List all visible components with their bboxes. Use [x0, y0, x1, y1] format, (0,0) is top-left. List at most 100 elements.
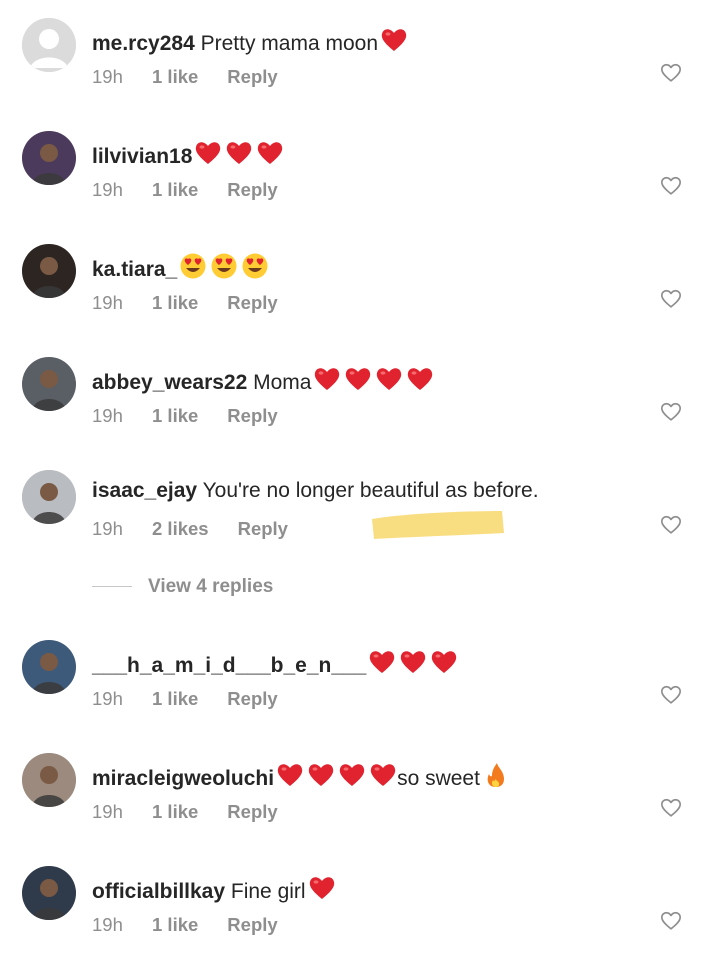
emoji-group: [308, 874, 336, 902]
reply-button[interactable]: Reply: [227, 66, 277, 88]
comment-meta: 19h 1 like Reply: [92, 179, 278, 201]
emoji-group-after: [482, 761, 510, 789]
heart-emoji-icon: [401, 651, 426, 673]
comment-text: Pretty mama moon: [194, 32, 378, 55]
comment-username[interactable]: abbey_wears22: [92, 371, 247, 394]
comment-item: miracleigweoluchi so sweet 19h 1 like Reply: [0, 753, 720, 853]
reply-button[interactable]: Reply: [227, 801, 277, 823]
view-replies-button[interactable]: View 4 replies: [92, 576, 273, 606]
avatar[interactable]: [22, 357, 76, 411]
avatar[interactable]: [22, 131, 76, 185]
comment-username[interactable]: officialbillkay: [92, 880, 225, 903]
comment-line: abbey_wears22 Moma: [92, 365, 434, 396]
like-heart-icon[interactable]: [660, 514, 682, 536]
comment-timestamp: 19h: [92, 688, 123, 709]
heart-emoji-icon: [381, 29, 407, 51]
reply-button[interactable]: Reply: [238, 518, 288, 540]
comment-timestamp: 19h: [92, 518, 123, 539]
reply-button[interactable]: Reply: [227, 292, 277, 314]
comment-timestamp: 19h: [92, 405, 123, 426]
heart-emoji-icon: [227, 142, 252, 164]
comment-likes-link[interactable]: 1 like: [152, 801, 198, 823]
comment-likes-link[interactable]: 1 like: [152, 405, 198, 427]
avatar[interactable]: [22, 753, 76, 807]
comment-line: officialbillkay Fine girl: [92, 874, 336, 905]
comment-timestamp: 19h: [92, 914, 123, 935]
comment-likes-link[interactable]: 2 likes: [152, 518, 209, 540]
reply-button[interactable]: Reply: [227, 179, 277, 201]
view-replies-label: View 4 replies: [148, 576, 274, 597]
heart-emoji-icon: [196, 142, 221, 164]
heart-emoji-icon: [370, 764, 396, 786]
comment-likes-link[interactable]: 1 like: [152, 66, 198, 88]
heart-eyes-emoji-icon: [211, 253, 237, 279]
heart-emoji-icon: [315, 368, 340, 390]
heart-emoji-icon: [408, 368, 433, 390]
comment-item: officialbillkay Fine girl 19h 1 like Reply: [0, 866, 720, 966]
heart-emoji-icon: [377, 368, 402, 390]
avatar[interactable]: [22, 640, 76, 694]
comment-likes-link[interactable]: 1 like: [152, 292, 198, 314]
heart-emoji-icon: [309, 877, 334, 899]
comment-username[interactable]: miracleigweoluchi: [92, 767, 274, 790]
reply-button[interactable]: Reply: [227, 688, 277, 710]
comment-meta: 19h 1 like Reply: [92, 914, 278, 936]
heart-emoji-icon: [308, 764, 334, 786]
comment-meta: 19h 2 likes Reply: [92, 518, 288, 540]
comment-line: lilvivian18: [92, 139, 284, 170]
heart-emoji-icon: [432, 651, 457, 673]
reply-button[interactable]: Reply: [227, 914, 277, 936]
avatar[interactable]: [22, 244, 76, 298]
comment-item: isaac_ejay You're no longer beautiful as…: [0, 470, 720, 570]
avatar[interactable]: [22, 18, 76, 72]
comment-username[interactable]: ka.tiara_: [92, 258, 177, 281]
heart-emoji-icon: [339, 764, 365, 786]
comment-meta: 19h 1 like Reply: [92, 66, 278, 88]
comment-meta: 19h 1 like Reply: [92, 405, 278, 427]
comment-likes-link[interactable]: 1 like: [152, 688, 198, 710]
avatar[interactable]: [22, 866, 76, 920]
comment-username[interactable]: lilvivian18: [92, 145, 192, 168]
comment-item: lilvivian18 19h 1 like Reply: [0, 131, 720, 231]
emoji-group: [368, 648, 458, 676]
like-heart-icon[interactable]: [660, 797, 682, 819]
emoji-group: [276, 761, 397, 789]
emoji-group: [380, 26, 408, 54]
comment-likes-link[interactable]: 1 like: [152, 914, 198, 936]
comment-line: isaac_ejay You're no longer beautiful as…: [92, 478, 539, 504]
highlight-mark: [372, 511, 504, 539]
like-heart-icon[interactable]: [660, 62, 682, 84]
comment-line: ___h_a_m_i_d___b_e_n___: [92, 648, 458, 679]
comment-meta: 19h 1 like Reply: [92, 292, 278, 314]
comment-item: me.rcy284 Pretty mama moon 19h 1 like Reply: [0, 18, 720, 118]
comment-likes-link[interactable]: 1 like: [152, 179, 198, 201]
heart-emoji-icon: [277, 764, 303, 786]
like-heart-icon[interactable]: [660, 910, 682, 932]
reply-button[interactable]: Reply: [227, 405, 277, 427]
comment-username[interactable]: me.rcy284: [92, 32, 195, 55]
comment-meta: 19h 1 like Reply: [92, 801, 278, 823]
comment-item: ka.tiara_ 19h 1 like Reply: [0, 244, 720, 344]
fire-emoji-icon: [487, 763, 504, 787]
comment-username[interactable]: ___h_a_m_i_d___b_e_n___: [92, 654, 366, 677]
like-heart-icon[interactable]: [660, 684, 682, 706]
emoji-group: [313, 365, 434, 393]
heart-emoji-icon: [370, 651, 395, 673]
heart-emoji-icon: [258, 142, 283, 164]
like-heart-icon[interactable]: [660, 401, 682, 423]
emoji-group: [179, 252, 269, 280]
divider: [92, 586, 132, 588]
comment-item: abbey_wears22 Moma 19h 1 like Reply: [0, 357, 720, 457]
comment-text: Moma: [247, 371, 312, 394]
heart-eyes-emoji-icon: [180, 253, 206, 279]
avatar[interactable]: [22, 470, 76, 524]
comment-line: miracleigweoluchi so sweet: [92, 761, 510, 792]
heart-emoji-icon: [346, 368, 371, 390]
comment-username[interactable]: isaac_ejay: [92, 479, 197, 502]
comment-item: ___h_a_m_i_d___b_e_n___ 19h 1 like Reply: [0, 640, 720, 740]
comment-timestamp: 19h: [92, 801, 123, 822]
like-heart-icon[interactable]: [660, 175, 682, 197]
like-heart-icon[interactable]: [660, 288, 682, 310]
comment-timestamp: 19h: [92, 179, 123, 200]
comment-timestamp: 19h: [92, 292, 123, 313]
